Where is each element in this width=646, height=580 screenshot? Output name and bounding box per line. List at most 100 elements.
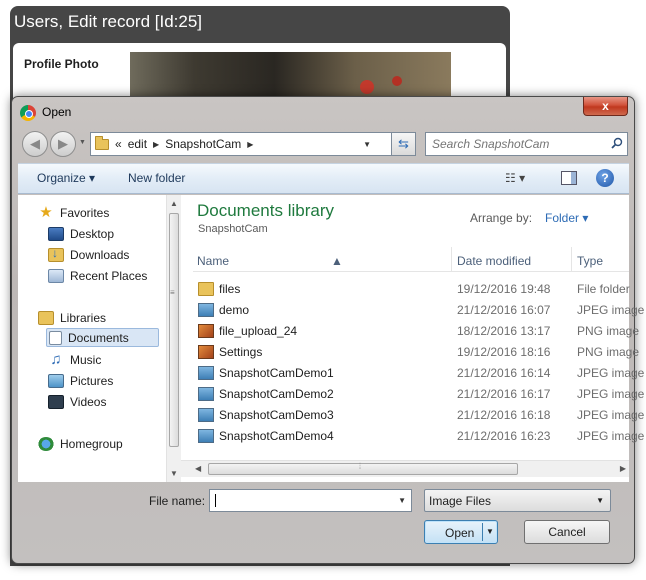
nav-item-label: Documents — [68, 330, 129, 345]
file-row[interactable]: Settings 19/12/2016 18:16 PNG image — [193, 342, 639, 363]
breadcrumb-edit[interactable]: edit — [128, 137, 147, 151]
organize-button[interactable]: Organize ▾ — [37, 171, 95, 185]
file-date: 21/12/2016 16:07 — [457, 303, 551, 317]
file-type: File folder — [577, 282, 630, 296]
close-button[interactable]: x — [583, 97, 628, 116]
nav-item-documents[interactable]: Documents — [46, 328, 159, 347]
jpeg-icon — [198, 408, 214, 422]
address-bar[interactable]: « edit ▶ SnapshotCam ▶ ▼ — [90, 132, 392, 156]
column-type[interactable]: Type — [577, 254, 603, 268]
column-name[interactable]: Name — [197, 254, 229, 268]
libraries-icon — [38, 310, 54, 325]
sort-ascending-icon: ▲ — [331, 254, 343, 268]
dialog-title: Open — [42, 105, 72, 119]
nav-scrollbar[interactable]: ▲ ≡ ▼ — [166, 195, 181, 482]
nav-item-pictures[interactable]: Pictures — [48, 371, 113, 390]
nav-homegroup[interactable]: Homegroup — [38, 434, 123, 453]
folder-icon — [95, 135, 109, 150]
nav-item-label: Pictures — [70, 373, 114, 388]
file-row[interactable]: SnapshotCamDemo1 21/12/2016 16:14 JPEG i… — [193, 363, 644, 384]
jpeg-icon — [198, 429, 214, 443]
help-icon[interactable]: ? — [596, 169, 614, 187]
column-header: ▲ Name Date modified Type — [193, 247, 629, 272]
nav-item-label: Videos — [70, 394, 107, 409]
column-date-modified[interactable]: Date modified — [457, 254, 531, 268]
nav-favorites[interactable]: ★ Favorites — [38, 203, 109, 222]
text-caret — [215, 494, 216, 507]
nav-item-desktop[interactable]: Desktop — [48, 224, 114, 243]
flower-decoration — [392, 76, 402, 86]
jpeg-icon — [198, 387, 214, 401]
nav-item-videos[interactable]: Videos — [48, 392, 106, 411]
scroll-right-icon[interactable]: ▶ — [620, 464, 626, 473]
column-divider[interactable] — [571, 247, 572, 272]
file-row[interactable]: files 19/12/2016 19:48 File folder — [193, 279, 630, 300]
arrange-by-dropdown[interactable]: Folder ▾ — [545, 211, 588, 225]
file-row[interactable]: SnapshotCamDemo3 21/12/2016 16:18 JPEG i… — [193, 405, 644, 426]
chevron-down-icon[interactable]: ▼ — [398, 496, 406, 505]
arrow-left-icon: ◀ — [30, 136, 40, 151]
file-type-value: Image Files — [429, 494, 492, 508]
preview-pane-icon[interactable] — [561, 171, 577, 185]
scrollbar-thumb[interactable] — [208, 463, 518, 475]
nav-item-recent-places[interactable]: Recent Places — [48, 266, 147, 285]
nav-favorites-label: Favorites — [60, 205, 110, 220]
new-folder-button[interactable]: New folder — [128, 171, 185, 185]
file-name-input[interactable] — [210, 490, 390, 511]
file-date: 21/12/2016 16:14 — [457, 366, 551, 380]
back-button[interactable]: ◀ — [22, 131, 48, 157]
nav-libraries[interactable]: Libraries — [38, 308, 106, 327]
file-type: PNG image — [577, 324, 640, 338]
flower-decoration — [360, 80, 374, 94]
cancel-button[interactable]: Cancel — [524, 520, 610, 544]
search-input[interactable] — [426, 133, 596, 155]
column-divider[interactable] — [451, 247, 452, 272]
scroll-up-icon[interactable]: ▲ — [170, 199, 178, 208]
nav-item-label: Recent Places — [70, 268, 148, 283]
scroll-left-icon[interactable]: ◀ — [195, 464, 201, 473]
forward-button[interactable]: ▶ — [50, 131, 76, 157]
refresh-button[interactable]: ⇆ — [392, 132, 416, 156]
nav-item-downloads[interactable]: Downloads — [48, 245, 129, 264]
file-row[interactable]: file_upload_24 18/12/2016 13:17 PNG imag… — [193, 321, 639, 342]
file-name-label: File name: — [149, 494, 206, 508]
scrollbar-thumb[interactable] — [169, 213, 179, 447]
chevron-down-icon[interactable]: ▼ — [486, 527, 494, 536]
file-date: 19/12/2016 19:48 — [457, 282, 551, 296]
search-box[interactable] — [425, 132, 628, 156]
file-name: SnapshotCamDemo4 — [219, 429, 334, 443]
recent-locations-dropdown[interactable]: ▼ — [79, 139, 86, 146]
file-name: SnapshotCamDemo2 — [219, 387, 334, 401]
file-name: Settings — [219, 345, 263, 359]
horizontal-scrollbar[interactable]: ◀ ⦙ ▶ — [181, 460, 629, 477]
open-button-label: Open — [445, 526, 475, 540]
arrange-by-label: Arrange by: — [470, 211, 533, 225]
chevron-down-icon[interactable]: ▼ — [363, 140, 371, 149]
split-divider — [482, 523, 483, 541]
change-view-button[interactable]: ☷ ▾ — [505, 171, 525, 185]
file-row[interactable]: demo 21/12/2016 16:07 JPEG image — [193, 300, 644, 321]
file-type: JPEG image — [577, 366, 645, 380]
file-row[interactable]: SnapshotCamDemo4 21/12/2016 16:23 JPEG i… — [193, 426, 644, 447]
file-date: 21/12/2016 16:23 — [457, 429, 551, 443]
recent-places-icon — [48, 268, 64, 283]
file-type: JPEG image — [577, 303, 645, 317]
file-type: JPEG image — [577, 408, 645, 422]
file-type-select[interactable]: Image Files ▼ — [424, 489, 611, 512]
breadcrumb-snapshotcam[interactable]: SnapshotCam — [165, 137, 241, 151]
open-button[interactable]: Open ▼ — [424, 520, 498, 544]
chevron-right-icon[interactable]: ▶ — [247, 140, 253, 149]
chevron-right-icon[interactable]: ▶ — [153, 140, 159, 149]
file-date: 18/12/2016 13:17 — [457, 324, 551, 338]
page-title: Users, Edit record [Id:25] — [14, 12, 203, 31]
documents-icon — [49, 330, 62, 345]
png-icon — [198, 324, 214, 338]
file-date: 21/12/2016 16:18 — [457, 408, 551, 422]
file-name-field[interactable]: ▼ — [209, 489, 412, 512]
scroll-down-icon[interactable]: ▼ — [170, 469, 178, 478]
nav-item-label: Desktop — [70, 226, 115, 241]
breadcrumb-overflow[interactable]: « — [115, 137, 122, 151]
file-row[interactable]: SnapshotCamDemo2 21/12/2016 16:17 JPEG i… — [193, 384, 644, 405]
nav-item-label: Downloads — [70, 247, 130, 262]
nav-item-music[interactable]: ♫ Music — [48, 350, 101, 369]
